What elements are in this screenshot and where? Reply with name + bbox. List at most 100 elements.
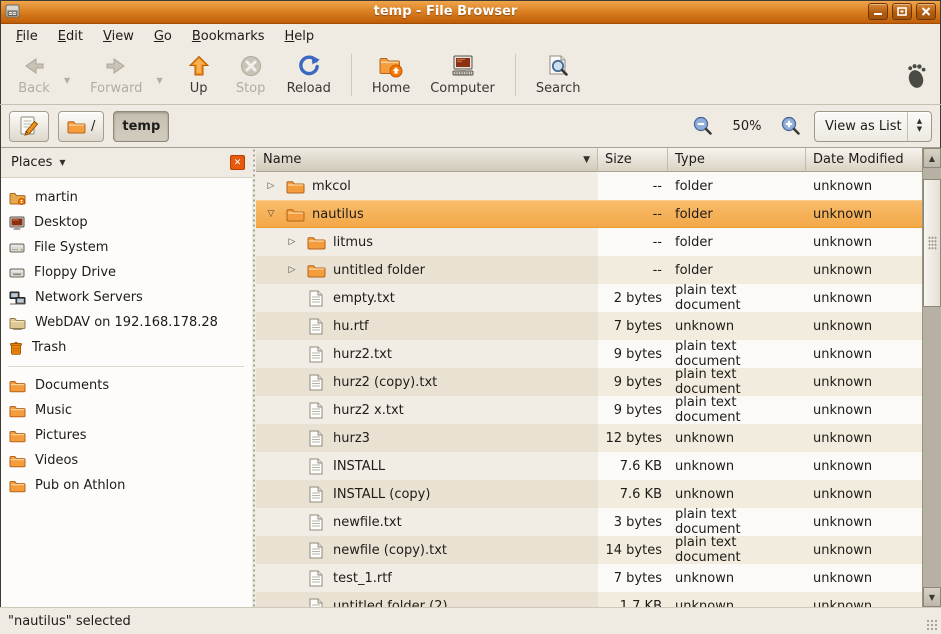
file-browser-window: temp - File Browser File Edit View Go Bo…	[0, 0, 941, 634]
home-folder-icon	[378, 54, 404, 78]
edit-location-button[interactable]	[9, 111, 49, 142]
file-type: plain text document	[668, 508, 806, 536]
folder-icon	[285, 207, 305, 222]
menu-help[interactable]: Help	[275, 26, 325, 47]
trash-icon	[9, 341, 23, 355]
file-date: unknown	[806, 256, 922, 284]
table-row[interactable]: newfile (copy).txt 14 bytes plain text d…	[256, 536, 922, 564]
table-row-selected[interactable]: ▽nautilus -- folder unknown	[256, 200, 922, 228]
file-type: unknown	[668, 592, 806, 607]
home-button[interactable]: Home	[362, 51, 420, 99]
sidebar-item-desktop[interactable]: Desktop	[0, 210, 252, 235]
text-file-icon	[306, 318, 326, 335]
zoom-out-icon	[692, 115, 714, 137]
sidebar-item-music[interactable]: Music	[0, 398, 252, 423]
file-size: 3 bytes	[598, 508, 668, 536]
menu-go[interactable]: Go	[144, 26, 182, 47]
table-row[interactable]: untitled folder (2) 1.7 KB unknown unkno…	[256, 592, 922, 607]
sidebar-item-webdav[interactable]: WebDAV on 192.168.178.28	[0, 310, 252, 335]
file-size: --	[598, 256, 668, 284]
minimize-button[interactable]	[868, 3, 888, 20]
view-mode-selector[interactable]: View as List ▲▼	[814, 111, 932, 142]
expander-icon[interactable]: ▽	[264, 209, 278, 219]
table-row[interactable]: hurz2 x.txt 9 bytes plain text document …	[256, 396, 922, 424]
close-icon	[921, 7, 931, 16]
folder-icon	[9, 379, 26, 393]
file-date: unknown	[806, 200, 922, 228]
search-button[interactable]: Search	[526, 51, 591, 99]
forward-button[interactable]: Forward	[80, 51, 152, 99]
folder-icon	[306, 235, 326, 250]
scrollbar-thumb[interactable]	[923, 179, 941, 307]
sort-arrow-icon: ▼	[583, 155, 590, 165]
sidebar-item-floppy-drive[interactable]: Floppy Drive	[0, 260, 252, 285]
zoom-out-button[interactable]	[690, 113, 716, 139]
close-button[interactable]	[916, 3, 936, 20]
forward-arrow-icon	[104, 54, 128, 78]
disk-drive-icon	[9, 241, 25, 254]
table-row[interactable]: hurz2 (copy).txt 9 bytes plain text docu…	[256, 368, 922, 396]
file-date: unknown	[806, 340, 922, 368]
places-selector[interactable]: Places ▼	[7, 153, 70, 172]
table-row[interactable]: empty.txt 2 bytes plain text document un…	[256, 284, 922, 312]
column-header-size[interactable]: Size	[598, 148, 668, 172]
back-dropdown[interactable]: ▼	[60, 76, 74, 85]
menu-edit[interactable]: Edit	[48, 26, 93, 47]
file-date: unknown	[806, 508, 922, 536]
sidebar-item-videos[interactable]: Videos	[0, 448, 252, 473]
reload-button[interactable]: Reload	[277, 51, 341, 99]
table-row[interactable]: ▷mkcol -- folder unknown	[256, 172, 922, 200]
file-name: nautilus	[312, 207, 364, 222]
current-path-button[interactable]: temp	[113, 111, 169, 142]
table-row[interactable]: hurz3 12 bytes unknown unknown	[256, 424, 922, 452]
vertical-scrollbar[interactable]: ▲ ▼	[922, 148, 941, 607]
table-row[interactable]: ▷litmus -- folder unknown	[256, 228, 922, 256]
zoom-in-button[interactable]	[778, 113, 804, 139]
window-title: temp - File Browser	[23, 4, 868, 19]
text-file-icon	[306, 458, 326, 475]
file-type: plain text document	[668, 368, 806, 396]
sidebar-item-network-servers[interactable]: Network Servers	[0, 285, 252, 310]
table-row[interactable]: hurz2.txt 9 bytes plain text document un…	[256, 340, 922, 368]
expander-icon[interactable]: ▷	[264, 181, 278, 191]
menu-view[interactable]: View	[93, 26, 144, 47]
maximize-button[interactable]	[892, 3, 912, 20]
root-path-button[interactable]: /	[58, 111, 104, 142]
file-manager-icon	[5, 4, 23, 20]
column-header-type[interactable]: Type	[668, 148, 806, 172]
expander-icon[interactable]: ▷	[285, 265, 299, 275]
table-row[interactable]: hu.rtf 7 bytes unknown unknown	[256, 312, 922, 340]
table-row[interactable]: test_1.rtf 7 bytes unknown unknown	[256, 564, 922, 592]
sidebar-close-button[interactable]: ✕	[230, 155, 245, 170]
sidebar-item-documents[interactable]: Documents	[0, 373, 252, 398]
sidebar-item-trash[interactable]: Trash	[0, 335, 252, 360]
sidebar-separator	[8, 366, 244, 367]
file-size: --	[598, 200, 668, 228]
sidebar-item-martin[interactable]: martin	[0, 185, 252, 210]
computer-button[interactable]: Computer	[420, 51, 505, 99]
menu-bookmarks[interactable]: Bookmarks	[182, 26, 275, 47]
stop-button[interactable]: Stop	[225, 51, 277, 99]
resize-grip[interactable]	[926, 619, 938, 631]
up-arrow-icon	[187, 54, 211, 78]
menu-file[interactable]: File	[6, 26, 48, 47]
table-row[interactable]: ▷untitled folder -- folder unknown	[256, 256, 922, 284]
scroll-up-button[interactable]: ▲	[923, 148, 941, 168]
table-row[interactable]: INSTALL (copy) 7.6 KB unknown unknown	[256, 480, 922, 508]
folder-icon	[67, 119, 86, 134]
expander-icon[interactable]: ▷	[285, 237, 299, 247]
back-button[interactable]: Back	[8, 51, 60, 99]
table-row[interactable]: newfile.txt 3 bytes plain text document …	[256, 508, 922, 536]
forward-dropdown[interactable]: ▼	[152, 76, 166, 85]
file-type: plain text document	[668, 536, 806, 564]
sidebar-item-pictures[interactable]: Pictures	[0, 423, 252, 448]
sidebar-item-file-system[interactable]: File System	[0, 235, 252, 260]
scroll-down-button[interactable]: ▼	[923, 587, 941, 607]
status-bar: "nautilus" selected	[0, 607, 941, 634]
table-row[interactable]: INSTALL 7.6 KB unknown unknown	[256, 452, 922, 480]
titlebar[interactable]: temp - File Browser	[0, 0, 941, 24]
column-header-date-modified[interactable]: Date Modified	[806, 148, 941, 172]
sidebar-item-pub-on-athlon[interactable]: Pub on Athlon	[0, 473, 252, 498]
column-header-name[interactable]: Name ▼	[256, 148, 598, 172]
up-button[interactable]: Up	[173, 51, 225, 99]
